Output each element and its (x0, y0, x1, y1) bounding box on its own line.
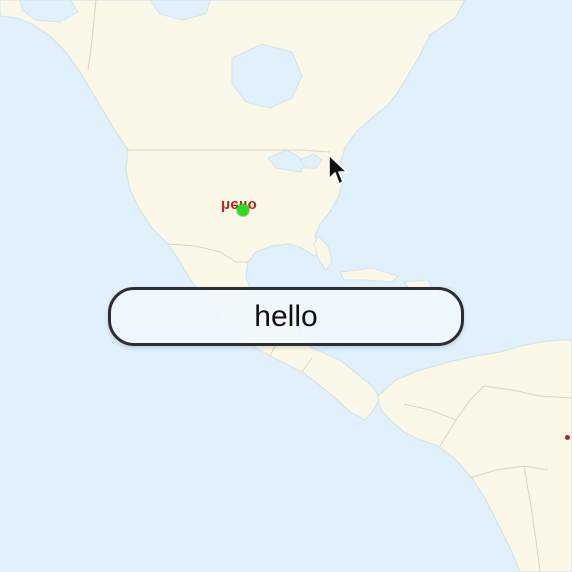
map-viewport[interactable]: hello hello (0, 0, 572, 572)
text-input-value: hello (254, 299, 318, 333)
map-marker-edge[interactable] (565, 435, 570, 440)
text-input-pill[interactable]: hello (108, 287, 464, 346)
world-map[interactable] (0, 0, 572, 572)
map-marker-dot[interactable] (237, 204, 249, 216)
arrow-pointer-icon (328, 154, 348, 185)
